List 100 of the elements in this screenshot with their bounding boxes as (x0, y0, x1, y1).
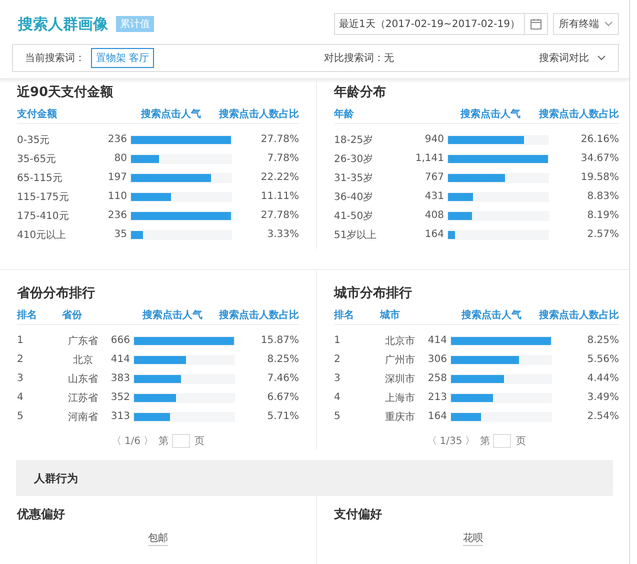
section-title: 近90天支付金额 (17, 84, 114, 101)
share-cell-text: 5.71% (266, 411, 299, 422)
name-cell-text: 410元以上 (17, 228, 68, 242)
name-cell-text: 上海市 (384, 392, 416, 404)
name-cell-text: 北京市 (384, 334, 416, 348)
share-cell-text: 15.87% (260, 335, 299, 346)
name-cell-text: 山东省 (67, 372, 99, 386)
share-cell-text: 11.11% (260, 191, 299, 202)
count-cell-text: 236 (106, 134, 127, 145)
column-header: 搜索点击人数占比 (538, 308, 619, 322)
chart-label: 包邮 (148, 531, 168, 546)
column-header: 搜索点击人气 (140, 108, 202, 121)
name-cell-text: 51岁以上 (334, 228, 378, 242)
count-cell-text: 164 (426, 411, 447, 422)
compare-term-label: 对比搜索词：无 (324, 52, 396, 65)
column-header: 支付金额 (17, 107, 58, 121)
prev-page-button[interactable]: 〈 (426, 434, 437, 448)
share-cell-text: 5.56% (586, 354, 619, 365)
column-header: 省份 (62, 308, 84, 322)
share-cell-text: 34.67% (580, 153, 619, 164)
current-term-label: 当前搜索词： (25, 52, 85, 65)
column-header: 城市 (380, 308, 401, 322)
count-cell-text: 258 (426, 373, 447, 384)
date-range-picker[interactable]: 最近1天（2017-02-19~2017-02-19） (334, 13, 548, 35)
name-cell-text: 江苏省 (67, 392, 99, 404)
count-cell-text: 940 (424, 134, 444, 145)
search-term-tag[interactable]: 置物架 客厅 (91, 48, 154, 68)
rank-cell-text: 1 (17, 335, 24, 346)
name-cell-text: 41-50岁 (334, 210, 374, 222)
column-header: 搜索点击人数占比 (539, 108, 619, 121)
count-cell-text: 1,141 (414, 153, 444, 164)
section-title: 城市分布排行 (334, 284, 413, 302)
name-cell-text: 重庆市 (384, 410, 416, 424)
count-cell-text: 414 (110, 354, 130, 365)
count-cell-text: 80 (113, 153, 127, 164)
share-cell-text: 26.16% (580, 134, 619, 145)
share-cell-text: 3.33% (266, 229, 299, 240)
name-cell-text: 北京 (72, 354, 94, 366)
share-cell-text: 2.57% (586, 229, 619, 240)
name-cell-text: 深圳市 (384, 372, 416, 386)
rank-cell-text: 5 (334, 411, 342, 422)
name-cell-text: 河南省 (67, 410, 99, 424)
page-suffix: 页 (516, 435, 526, 448)
page-suffix: 页 (194, 435, 205, 448)
name-cell-text: 广东省 (67, 334, 99, 348)
rank-cell-text: 3 (334, 373, 342, 384)
column-header: 排名 (334, 308, 355, 322)
count-cell-text: 213 (426, 392, 447, 403)
page-input[interactable] (172, 434, 190, 448)
chevron-down-icon[interactable] (597, 55, 606, 61)
rank-cell-text: 1 (334, 335, 342, 346)
column-header: 搜索点击人数占比 (218, 308, 299, 322)
page-indicator: 1/6 (124, 436, 141, 446)
count-cell-text: 164 (424, 229, 444, 240)
share-cell-text: 8.83% (586, 191, 619, 202)
count-cell-text: 431 (424, 191, 444, 202)
rank-cell-text: 2 (334, 354, 342, 365)
name-cell-text: 26-30岁 (334, 152, 374, 166)
name-cell-text: 175-410元 (17, 210, 70, 222)
name-cell-text: 0-35元 (17, 134, 51, 146)
next-page-button[interactable]: 〉 (144, 434, 154, 448)
count-cell-text: 352 (110, 392, 130, 403)
name-cell-text: 18-25岁 (334, 134, 374, 146)
cumulative-tag: 累计值 (116, 16, 154, 32)
name-cell-text: 36-40岁 (334, 190, 374, 204)
count-cell-text: 666 (110, 335, 130, 346)
column-header: 搜索点击人气 (460, 308, 523, 322)
count-cell-text: 197 (106, 172, 127, 183)
share-cell-text: 7.78% (266, 153, 299, 164)
terminal-dropdown[interactable]: 所有终端 (553, 13, 619, 35)
name-cell-text: 65-115元 (17, 172, 64, 184)
column-header: 搜索点击人数占比 (219, 108, 299, 121)
page-indicator: 1/35 (440, 436, 462, 446)
name-cell-text: 35-65元 (17, 152, 58, 166)
share-cell-text: 7.46% (266, 373, 299, 384)
name-cell-text: 广州市 (384, 354, 416, 366)
share-cell-text: 6.67% (266, 392, 299, 403)
count-cell-text: 35 (113, 229, 127, 240)
page-prefix: 第 (480, 435, 490, 448)
next-page-button[interactable]: 〉 (465, 434, 476, 448)
count-cell-text: 408 (424, 210, 444, 221)
band-title: 人群行为 (34, 470, 78, 486)
chevron-down-icon[interactable] (604, 21, 613, 27)
compare-toggle[interactable]: 搜索词对比 (539, 51, 606, 65)
page-title: 搜索人群画像 (18, 14, 108, 34)
share-cell-text: 2.54% (586, 411, 619, 422)
share-cell-text: 19.58% (580, 172, 619, 183)
count-cell-text: 306 (426, 354, 447, 365)
column-header: 搜索点击人气 (459, 108, 522, 121)
page-input[interactable] (493, 434, 512, 448)
count-cell-text: 110 (106, 191, 127, 202)
rank-cell-text: 5 (17, 411, 24, 422)
section-title: 支付偏好 (334, 506, 383, 523)
count-cell-text: 414 (426, 335, 447, 346)
prev-page-button[interactable]: 〈 (111, 434, 122, 448)
page-prefix: 第 (158, 435, 169, 448)
section-title: 年龄分布 (334, 84, 387, 101)
count-cell-text: 313 (110, 411, 130, 422)
share-cell-text: 8.25% (586, 335, 619, 346)
share-cell-text: 3.49% (586, 392, 619, 403)
